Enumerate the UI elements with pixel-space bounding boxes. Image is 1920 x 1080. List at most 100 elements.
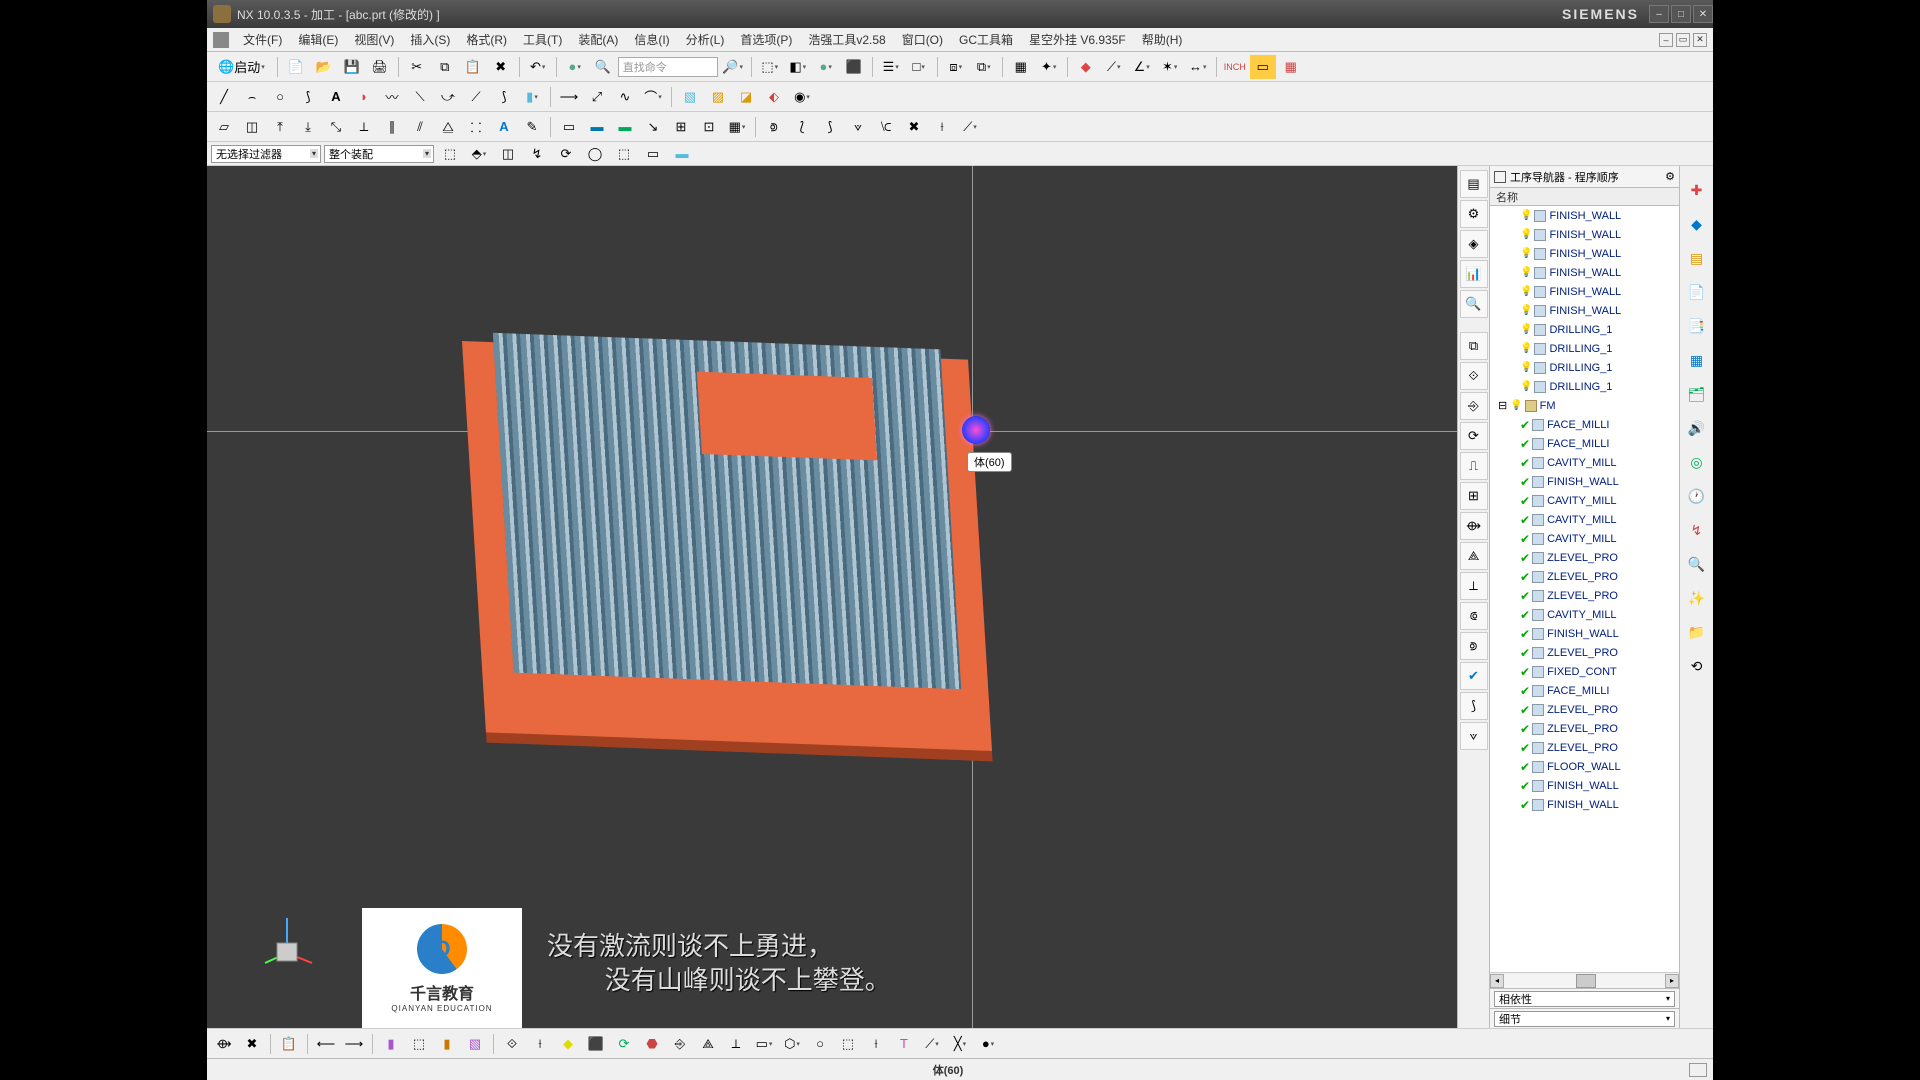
navigator-settings-icon[interactable]: ⚙: [1665, 170, 1675, 183]
tree-row[interactable]: ✔FINISH_WALL: [1490, 776, 1679, 795]
rail-op6-icon[interactable]: ⊞: [1460, 482, 1488, 510]
cut-icon[interactable]: ✂: [404, 55, 430, 79]
tree-row[interactable]: 💡DRILLING_1: [1490, 339, 1679, 358]
table-icon[interactable]: ▦: [724, 115, 750, 139]
line-icon[interactable]: ╱: [211, 85, 237, 109]
resource-tab10-icon[interactable]: 🕐: [1683, 482, 1711, 510]
tree-row[interactable]: 💡FINISH_WALL: [1490, 301, 1679, 320]
menu-window[interactable]: 窗口(O): [894, 31, 951, 48]
arrow-icon[interactable]: ↘: [640, 115, 666, 139]
filter-tool1-icon[interactable]: ⬚: [437, 142, 463, 166]
bt-icon-23[interactable]: ⟊: [863, 1032, 889, 1056]
filter-tool7-icon[interactable]: ⬚: [611, 142, 637, 166]
tree-hscroll[interactable]: ◂ ▸: [1490, 972, 1679, 988]
navigator-tree[interactable]: 💡FINISH_WALL💡FINISH_WALL💡FINISH_WALL💡FIN…: [1490, 206, 1679, 972]
menu-preferences[interactable]: 首选项(P): [732, 31, 800, 48]
spline-icon[interactable]: 〰: [379, 85, 405, 109]
rail-geometry-icon[interactable]: ◈: [1460, 230, 1488, 258]
extrude-icon[interactable]: ▧: [677, 85, 703, 109]
wave-icon[interactable]: ∿: [612, 85, 638, 109]
bt-icon-4[interactable]: ⟵: [313, 1032, 339, 1056]
menu-tools[interactable]: 工具(T): [515, 31, 570, 48]
rail-op13-icon[interactable]: ⟇: [1460, 722, 1488, 750]
tree-row[interactable]: ✔ZLEVEL_PRO: [1490, 719, 1679, 738]
bridge-icon[interactable]: ⌒: [640, 85, 666, 109]
menu-help[interactable]: 帮助(H): [1134, 31, 1191, 48]
extend-icon[interactable]: ⟶: [556, 85, 582, 109]
tree-row[interactable]: 💡DRILLING_1: [1490, 377, 1679, 396]
select-mode-icon[interactable]: ⬚: [757, 55, 783, 79]
angle-icon[interactable]: ∠: [1129, 55, 1155, 79]
profile-icon[interactable]: ◗: [351, 85, 377, 109]
bt-icon-2[interactable]: ✖: [239, 1032, 265, 1056]
pencil-icon[interactable]: ✎: [519, 115, 545, 139]
sheet3-icon[interactable]: ▬: [612, 115, 638, 139]
curve-icon[interactable]: ⟋: [1101, 55, 1127, 79]
bt-icon-12[interactable]: ◆: [555, 1032, 581, 1056]
filter-tool4-icon[interactable]: ↯: [524, 142, 550, 166]
tree-row[interactable]: ✔FIXED_CONT: [1490, 662, 1679, 681]
scroll-right-icon[interactable]: ▸: [1665, 974, 1679, 988]
resource-tab2-icon[interactable]: ◆: [1683, 210, 1711, 238]
boolean-icon[interactable]: ⬖: [761, 85, 787, 109]
filter-tool2-icon[interactable]: ⬘: [466, 142, 492, 166]
bt-icon-15[interactable]: ⬣: [639, 1032, 665, 1056]
sheet-icon[interactable]: ▭: [1250, 55, 1276, 79]
resource-tab12-icon[interactable]: 🔍: [1683, 550, 1711, 578]
tree-row[interactable]: ✔CAVITY_MILL: [1490, 605, 1679, 624]
bt-icon-5[interactable]: ⟶: [341, 1032, 367, 1056]
tree-row[interactable]: 💡FINISH_WALL: [1490, 225, 1679, 244]
detail-combo[interactable]: 细节: [1494, 1011, 1675, 1027]
tree-row[interactable]: ✔CAVITY_MILL: [1490, 491, 1679, 510]
tree-row[interactable]: 💡DRILLING_1: [1490, 358, 1679, 377]
viewport[interactable]: 体(60) 千言教育 QIANYAN EDUCATION 没有激流则谈不上勇进，…: [207, 166, 1457, 1028]
calc-icon[interactable]: ⊞: [668, 115, 694, 139]
rail-op5-icon[interactable]: ⎍: [1460, 452, 1488, 480]
rail-op4-icon[interactable]: ⟳: [1460, 422, 1488, 450]
tree-row[interactable]: ✔FLOOR_WALL: [1490, 757, 1679, 776]
tree-row[interactable]: ✔ZLEVEL_PRO: [1490, 700, 1679, 719]
menu-haoqiang[interactable]: 浩强工具v2.58: [800, 31, 893, 48]
rail-op3-icon[interactable]: ⎆: [1460, 392, 1488, 420]
tree-row[interactable]: 💡FINISH_WALL: [1490, 206, 1679, 225]
tree-row[interactable]: ✔ZLEVEL_PRO: [1490, 548, 1679, 567]
resource-tab6-icon[interactable]: ▦: [1683, 346, 1711, 374]
constraint3-icon[interactable]: ⤡: [323, 115, 349, 139]
sphere-icon[interactable]: ●: [562, 55, 588, 79]
sweep-icon[interactable]: ◪: [733, 85, 759, 109]
distance-icon[interactable]: ↔: [1185, 55, 1211, 79]
menu-file[interactable]: 文件(F): [235, 31, 290, 48]
label-icon[interactable]: A: [491, 115, 517, 139]
inch-icon[interactable]: INCH: [1222, 55, 1248, 79]
tree-row[interactable]: 💡FINISH_WALL: [1490, 244, 1679, 263]
navigator-column-header[interactable]: 名称: [1490, 188, 1679, 206]
curve1-icon[interactable]: ⟍: [407, 85, 433, 109]
tree-row[interactable]: 💡FINISH_WALL: [1490, 282, 1679, 301]
tree-row[interactable]: ✔FINISH_WALL: [1490, 624, 1679, 643]
sketch-icon[interactable]: ▱: [211, 115, 237, 139]
rail-op7-icon[interactable]: ⟴: [1460, 512, 1488, 540]
menu-info[interactable]: 信息(I): [626, 31, 677, 48]
filter-tool6-icon[interactable]: ◯: [582, 142, 608, 166]
view-triad-icon[interactable]: [257, 908, 317, 968]
layer-icon[interactable]: ☰: [878, 55, 904, 79]
menu-assembly[interactable]: 装配(A): [570, 31, 626, 48]
pattern-icon[interactable]: ⸬: [463, 115, 489, 139]
print-icon[interactable]: 🖨: [367, 55, 393, 79]
tree-row[interactable]: ✔CAVITY_MILL: [1490, 529, 1679, 548]
cube-icon[interactable]: ⬛: [841, 55, 867, 79]
resource-tab4-icon[interactable]: 📄: [1683, 278, 1711, 306]
grid-icon[interactable]: ▦: [1278, 55, 1304, 79]
rail-machine-icon[interactable]: ⚙: [1460, 200, 1488, 228]
circle-icon[interactable]: ○: [267, 85, 293, 109]
tree-row[interactable]: 💡DRILLING_1: [1490, 320, 1679, 339]
constraint4-icon[interactable]: ⟂: [351, 115, 377, 139]
tree-row[interactable]: ✔FINISH_WALL: [1490, 795, 1679, 814]
tree-row[interactable]: ✔ZLEVEL_PRO: [1490, 643, 1679, 662]
curve2-icon[interactable]: ⤻: [435, 85, 461, 109]
sketch2-icon[interactable]: ◫: [239, 115, 265, 139]
bt-icon-19[interactable]: ▭: [751, 1032, 777, 1056]
rail-op12-icon[interactable]: ⟆: [1460, 692, 1488, 720]
mirror-icon[interactable]: ⧋: [435, 115, 461, 139]
selection-filter-combo[interactable]: 无选择过滤器: [211, 145, 321, 163]
